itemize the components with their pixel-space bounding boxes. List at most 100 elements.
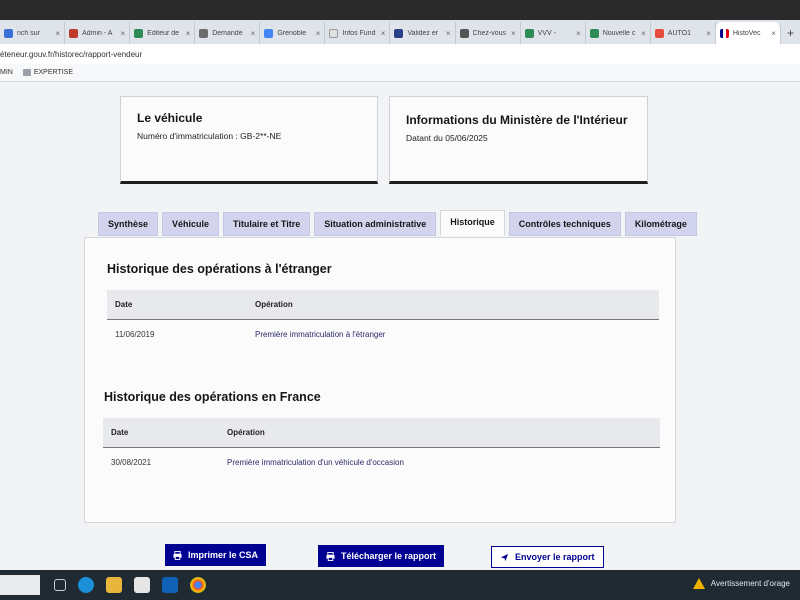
task-view-icon[interactable] xyxy=(54,579,66,591)
bookmark-label: EXPERTISE xyxy=(33,69,74,76)
browser-tab-label: Editeur de xyxy=(147,29,180,37)
edge-browser-icon[interactable] xyxy=(78,577,94,593)
browser-tab-strip: nch sur × Admin - A × Editeur de × Demande ×… xyxy=(0,20,800,44)
favicon-icon xyxy=(654,28,664,38)
warning-icon xyxy=(692,578,705,589)
browser-tab[interactable]: nch sur × xyxy=(0,22,66,44)
print-csa-label: Imprimer le CSA xyxy=(188,550,259,560)
close-icon[interactable]: × xyxy=(251,29,256,38)
store-icon[interactable] xyxy=(134,577,150,593)
france-section-title: Historique des opérations en France xyxy=(104,390,321,404)
close-icon[interactable]: × xyxy=(55,29,60,38)
chrome-browser-icon[interactable] xyxy=(190,577,206,593)
row-operation: Première immatriculation d'un véhicule d… xyxy=(227,457,404,467)
close-icon[interactable]: × xyxy=(186,29,191,38)
browser-tab[interactable]: Grenoble × xyxy=(260,22,326,44)
close-icon[interactable]: × xyxy=(511,29,516,38)
france-table: Date Opération 30/08/2021 Première immat… xyxy=(103,418,660,476)
send-icon xyxy=(500,553,509,561)
browser-tab-label: Admin - A xyxy=(82,29,113,37)
browser-tab-label: HistoVec xyxy=(732,29,761,37)
favicon-icon xyxy=(264,28,274,38)
browser-tab-label: nch sur xyxy=(17,29,40,37)
browser-tab-label: VVV - xyxy=(537,29,556,37)
favicon-icon xyxy=(69,28,79,38)
file-explorer-icon[interactable] xyxy=(106,577,122,593)
folder-icon xyxy=(22,69,31,76)
favicon-icon xyxy=(134,28,144,38)
close-icon[interactable]: × xyxy=(446,29,451,38)
close-icon[interactable]: × xyxy=(771,29,776,38)
taskbar: Avertissement d'orage xyxy=(0,570,800,600)
favicon-icon xyxy=(4,28,13,38)
new-tab-button[interactable]: + xyxy=(781,22,800,44)
tab-titulaire[interactable]: Titulaire et Titre xyxy=(223,212,311,236)
browser-tab[interactable]: Demande × xyxy=(195,22,261,44)
download-report-button[interactable]: Télécharger le rapport xyxy=(318,545,445,567)
close-icon[interactable]: × xyxy=(120,29,125,38)
bookmarks-bar: MIN EXPERTISE xyxy=(0,64,800,82)
column-operation: Opération xyxy=(227,428,265,437)
browser-tab[interactable]: Validez er × xyxy=(390,22,456,44)
table-header: Date Opération xyxy=(103,418,660,448)
browser-tab-label: Chez-vous xyxy=(472,29,507,37)
vehicle-card-title: Le véhicule xyxy=(137,111,203,125)
browser-tab-label: Nouvelle c xyxy=(602,29,636,37)
tab-controles-techniques[interactable]: Contrôles techniques xyxy=(508,212,621,236)
tab-historique[interactable]: Historique xyxy=(440,210,505,236)
favicon-icon xyxy=(394,28,404,38)
browser-tab[interactable]: VVV - × xyxy=(521,22,586,44)
favicon-icon xyxy=(329,28,339,38)
bookmark-expertise[interactable]: EXPERTISE xyxy=(22,69,74,76)
row-date: 30/08/2021 xyxy=(111,457,152,467)
bookmark-min[interactable]: MIN xyxy=(0,69,13,76)
notification-area[interactable]: Avertissement d'orage xyxy=(692,578,790,589)
taskbar-search-box[interactable] xyxy=(0,575,40,595)
browser-tab[interactable]: Admin - A × xyxy=(65,22,131,44)
row-operation: Première immatriculation à l'étranger xyxy=(255,329,386,339)
close-icon[interactable]: × xyxy=(381,29,386,38)
table-row: 30/08/2021 Première immatriculation d'un… xyxy=(103,448,660,476)
browser-tab[interactable]: Chez-vous × xyxy=(456,22,521,44)
browser-tab-active[interactable]: HistoVec × xyxy=(715,22,781,44)
favicon-icon xyxy=(589,28,599,38)
close-icon[interactable]: × xyxy=(576,29,581,38)
send-report-button[interactable]: Envoyer le rapport xyxy=(491,546,604,568)
page-content: Le véhicule Numéro d'immatriculation : G… xyxy=(0,82,800,570)
bookmark-label: MIN xyxy=(0,69,13,76)
vehicle-card: Le véhicule Numéro d'immatriculation : G… xyxy=(120,96,378,184)
report-tabs: Synthèse Véhicule Titulaire et Titre Sit… xyxy=(98,210,697,236)
row-date: 11/06/2019 xyxy=(115,329,155,339)
tab-synthese[interactable]: Synthèse xyxy=(98,212,159,236)
printer-icon xyxy=(326,551,335,561)
ministry-card: Informations du Ministère de l'Intérieur… xyxy=(389,96,648,184)
browser-tab[interactable]: AUTO1 × xyxy=(651,22,716,44)
close-icon[interactable]: × xyxy=(316,29,321,38)
browser-tab-label: Infos Fund xyxy=(342,29,376,37)
browser-tab-label: AUTO1 xyxy=(667,29,691,37)
tab-kilometrage[interactable]: Kilométrage xyxy=(624,212,697,236)
browser-tab-label: Grenoble xyxy=(277,29,307,37)
print-csa-button[interactable]: Imprimer le CSA xyxy=(165,544,267,566)
column-date: Date xyxy=(111,428,129,437)
historique-panel: Historique des opérations à l'étranger D… xyxy=(84,237,676,523)
abroad-section-title: Historique des opérations à l'étranger xyxy=(107,262,332,276)
favicon-icon xyxy=(524,28,534,38)
tab-situation-administrative[interactable]: Situation administrative xyxy=(314,212,437,236)
report-actions: Imprimer le CSA Télécharger le rapport E… xyxy=(0,542,800,570)
browser-tab-label: Validez er xyxy=(407,29,439,37)
browser-tab[interactable]: Editeur de × xyxy=(130,22,196,44)
address-bar[interactable]: éteneur.gouv.fr/historec/rapport-vendeur xyxy=(0,44,800,64)
browser-tab[interactable]: Nouvelle c × xyxy=(586,22,651,44)
screen-bezel xyxy=(0,0,800,20)
url-text: éteneur.gouv.fr/historec/rapport-vendeur xyxy=(0,50,143,59)
browser-tab[interactable]: Infos Fund × xyxy=(325,22,391,44)
mail-icon[interactable] xyxy=(162,577,178,593)
printer-icon xyxy=(173,550,182,560)
close-icon[interactable]: × xyxy=(641,29,646,38)
close-icon[interactable]: × xyxy=(706,29,711,38)
browser-tab-label: Demande xyxy=(212,29,243,37)
tab-vehicule[interactable]: Véhicule xyxy=(162,212,220,236)
ministry-date: Datant du 05/06/2025 xyxy=(406,133,488,143)
column-operation: Opération xyxy=(255,300,293,309)
